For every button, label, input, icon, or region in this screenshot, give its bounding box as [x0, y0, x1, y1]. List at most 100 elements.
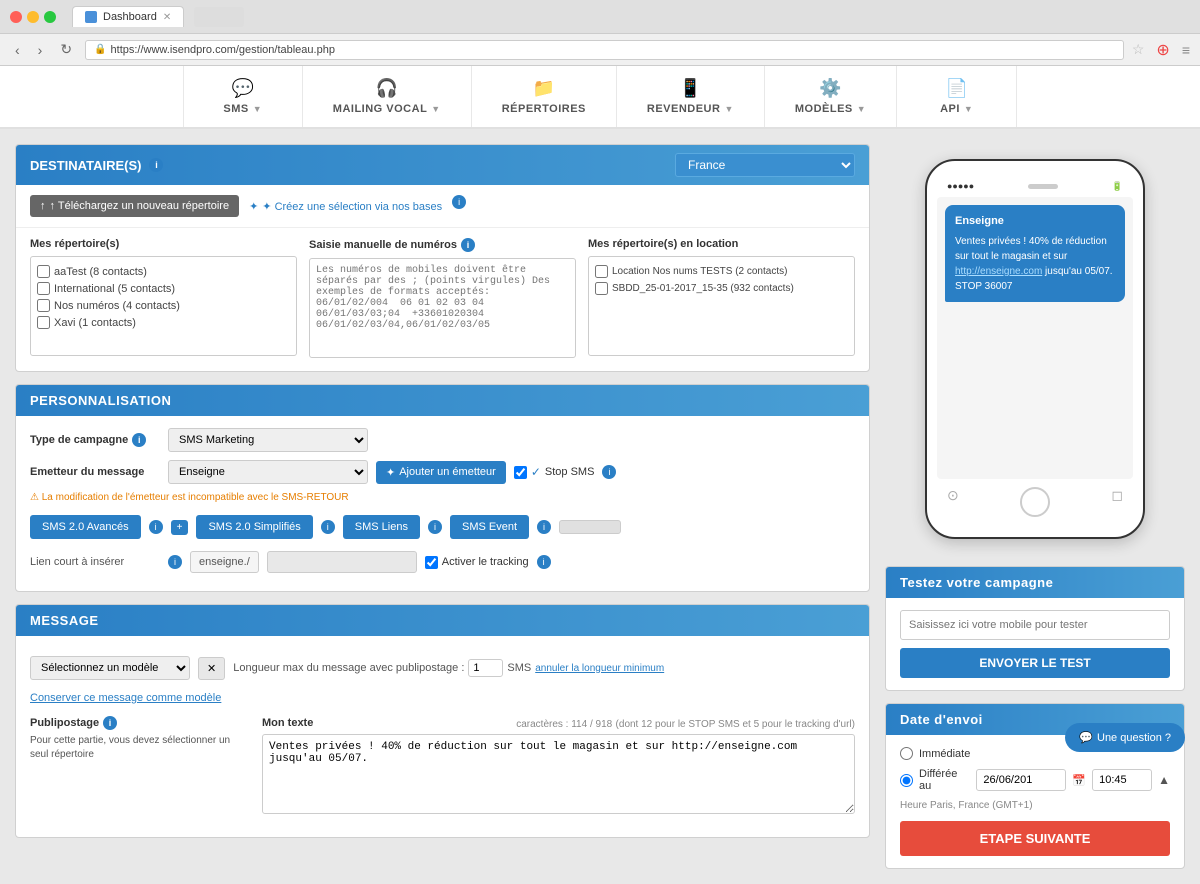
- tracking-info-icon[interactable]: i: [537, 555, 551, 569]
- time-input[interactable]: [1092, 769, 1152, 791]
- model-select[interactable]: Sélectionnez un modèle: [30, 656, 190, 680]
- repertoire-checkbox-2[interactable]: [37, 299, 50, 312]
- message-header: MESSAGE: [16, 605, 869, 636]
- length-input[interactable]: [468, 659, 503, 677]
- settings-icon[interactable]: ≡: [1182, 42, 1190, 58]
- mailing-nav-arrow: ▼: [431, 104, 440, 114]
- browser-titlebar: Dashboard ✕: [0, 0, 1200, 34]
- phone-sender: Enseigne: [955, 213, 1115, 230]
- test-campaign-header: Testez votre campagne: [886, 567, 1184, 598]
- sms-avance-plus[interactable]: +: [171, 520, 189, 535]
- sms-avance-button[interactable]: SMS 2.0 Avancés: [30, 515, 141, 539]
- create-selection-button[interactable]: ✦ ✦ Créez une sélection via nos bases: [249, 195, 442, 217]
- main-navigation: 💬 SMS ▼ 🎧 MAILING VOCAL ▼ 📁 RÉPERTOIRES …: [0, 66, 1200, 129]
- sms-simple-button[interactable]: SMS 2.0 Simplifiés: [196, 515, 312, 539]
- nav-item-repertoires[interactable]: 📁 RÉPERTOIRES: [472, 66, 617, 127]
- api-nav-label: API: [940, 103, 960, 115]
- nav-item-sms[interactable]: 💬 SMS ▼: [183, 66, 303, 127]
- test-mobile-input[interactable]: [900, 610, 1170, 640]
- sms-liens-button[interactable]: SMS Liens: [343, 515, 420, 539]
- timezone-text: Heure Paris, France (GMT+1): [900, 800, 1170, 811]
- back-button[interactable]: ‹: [10, 40, 25, 60]
- char-info: caractères : 114 / 918 (dont 12 pour le …: [516, 716, 855, 730]
- repertoires-col: Mes répertoire(s) aaTest (8 contacts) In…: [30, 238, 297, 361]
- close-dot[interactable]: [10, 11, 22, 23]
- sms-avance-label: SMS 2.0 Avancés: [42, 521, 129, 533]
- sms-event-info-icon[interactable]: i: [537, 520, 551, 534]
- main-column: DESTINATAIRE(S) i France ↑ ↑ Téléchargez…: [15, 144, 870, 869]
- maximize-dot[interactable]: [44, 11, 56, 23]
- nav-item-api[interactable]: 📄 API ▼: [897, 66, 1017, 127]
- nav-item-modeles[interactable]: ⚙️ MODÈLES ▼: [765, 66, 897, 127]
- emetteur-select[interactable]: Enseigne: [168, 460, 368, 484]
- help-button[interactable]: 💬 Une question ?: [1065, 723, 1185, 752]
- upload-directory-button[interactable]: ↑ ↑ Téléchargez un nouveau répertoire: [30, 195, 239, 217]
- country-select[interactable]: France: [675, 153, 855, 177]
- location-list: Location Nos nums TESTS (2 contacts) SBD…: [588, 256, 855, 356]
- sms-event-button[interactable]: SMS Event: [450, 515, 529, 539]
- stop-sms-checkbox[interactable]: [514, 466, 527, 479]
- address-bar[interactable]: 🔒 https://www.isendpro.com/gestion/table…: [85, 40, 1124, 60]
- time-arrow-up[interactable]: ▲: [1158, 773, 1170, 787]
- nav-item-revendeur[interactable]: 📱 REVENDEUR ▼: [617, 66, 765, 127]
- phone-message-text: Ventes privées ! 40% de réduction sur to…: [955, 234, 1115, 294]
- manual-info-icon[interactable]: i: [461, 238, 475, 252]
- next-step-label: ETAPE SUIVANTE: [980, 831, 1091, 846]
- tracking-checkbox[interactable]: [425, 556, 438, 569]
- clear-model-button[interactable]: ✕: [198, 657, 225, 680]
- destinataires-card: DESTINATAIRE(S) i France ↑ ↑ Téléchargez…: [15, 144, 870, 372]
- bookmark-icon[interactable]: ☆: [1132, 41, 1145, 58]
- nav-item-mailing[interactable]: 🎧 MAILING VOCAL ▼: [303, 66, 472, 127]
- create-info-icon[interactable]: i: [452, 195, 466, 209]
- next-step-button[interactable]: ETAPE SUIVANTE: [900, 821, 1170, 856]
- minimize-dot[interactable]: [27, 11, 39, 23]
- url-text: https://www.isendpro.com/gestion/tableau…: [111, 44, 335, 56]
- new-tab-area: [194, 7, 244, 27]
- phone-sms-bubble: Enseigne Ventes privées ! 40% de réducti…: [945, 205, 1125, 302]
- help-button-label: Une question ?: [1097, 732, 1171, 744]
- ssl-lock-icon: 🔒: [94, 44, 106, 55]
- repertoire-checkbox-0[interactable]: [37, 265, 50, 278]
- refresh-button[interactable]: ↻: [55, 39, 77, 60]
- stop-sms-info-icon[interactable]: i: [602, 465, 616, 479]
- lien-info-icon[interactable]: i: [168, 555, 182, 569]
- repertoire-checkbox-1[interactable]: [37, 282, 50, 295]
- type-info-icon[interactable]: i: [132, 433, 146, 447]
- sms-event-toggle[interactable]: [559, 520, 621, 534]
- browser-tab[interactable]: Dashboard ✕: [72, 6, 184, 27]
- sms-simple-info-icon[interactable]: i: [321, 520, 335, 534]
- location-checkbox-0[interactable]: [595, 265, 608, 278]
- message-length-info: Longueur max du message avec publipostag…: [233, 659, 664, 677]
- send-test-button[interactable]: ENVOYER LE TEST: [900, 648, 1170, 678]
- immediate-label: Immédiate: [919, 748, 970, 760]
- sms-avance-info-icon[interactable]: i: [149, 520, 163, 534]
- publipostage-info-icon[interactable]: i: [103, 716, 117, 730]
- personnalisation-card: PERSONNALISATION Type de campagne i SMS …: [15, 384, 870, 592]
- api-nav-arrow: ▼: [964, 104, 973, 114]
- date-input[interactable]: [976, 769, 1066, 791]
- location-checkbox-1[interactable]: [595, 282, 608, 295]
- forward-button[interactable]: ›: [33, 40, 48, 60]
- save-model-link[interactable]: Conserver ce message comme modèle: [30, 688, 855, 708]
- type-campagne-row: Type de campagne i SMS Marketing: [30, 428, 855, 452]
- repertoire-checkbox-3[interactable]: [37, 316, 50, 329]
- phone-screen: Enseigne Ventes privées ! 40% de réducti…: [937, 197, 1133, 479]
- manual-numbers-input[interactable]: [309, 258, 576, 358]
- immediate-radio[interactable]: [900, 747, 913, 760]
- type-campagne-select[interactable]: SMS Marketing: [168, 428, 368, 452]
- phone-speaker-bar: [1028, 184, 1058, 189]
- deferred-radio[interactable]: [900, 774, 913, 787]
- destinataires-info-icon[interactable]: i: [149, 158, 163, 172]
- sms-liens-info-icon[interactable]: i: [428, 520, 442, 534]
- tab-favicon: [85, 11, 97, 23]
- lien-prefix: enseigne./: [190, 551, 259, 573]
- revendeur-nav-icon: 📱: [679, 78, 701, 99]
- add-emetteur-button[interactable]: ✦ Ajouter un émetteur: [376, 461, 506, 484]
- tab-close-icon[interactable]: ✕: [163, 12, 171, 23]
- phone-preview-section: ●●●●● 🔋 Enseigne Ventes privées ! 40% de…: [885, 144, 1185, 554]
- char-count: caractères : 114 / 918: [516, 719, 612, 730]
- repertoires-col-title: Mes répertoire(s): [30, 238, 297, 250]
- lien-input[interactable]: [267, 551, 417, 573]
- message-textarea[interactable]: Ventes privées ! 40% de réduction sur to…: [262, 734, 855, 814]
- min-length-link[interactable]: annuler la longueur minimum: [535, 663, 664, 674]
